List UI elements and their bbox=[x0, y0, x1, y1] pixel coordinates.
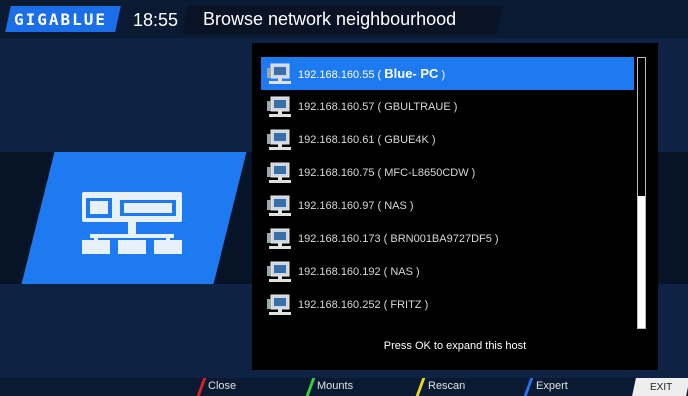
host-label: 192.168.160.97 ( NAS ) bbox=[298, 199, 414, 212]
host-label: 192.168.160.61 ( GBUE4K ) bbox=[298, 133, 436, 146]
host-row[interactable]: 192.168.160.75 ( MFC-L8650CDW ) bbox=[261, 156, 634, 189]
computer-icon bbox=[267, 228, 291, 249]
host-label: 192.168.160.173 ( BRN001BA9727DF5 ) bbox=[298, 232, 499, 245]
host-row[interactable]: 192.168.160.57 ( GBULTRAUE ) bbox=[261, 90, 634, 123]
host-label: 192.168.160.55 ( Blue- PC ) bbox=[298, 66, 446, 81]
host-row[interactable]: 192.168.160.97 ( NAS ) bbox=[261, 189, 634, 222]
mounts-button[interactable]: Mounts bbox=[317, 380, 353, 392]
clock: 18:55 bbox=[133, 10, 179, 30]
computer-icon bbox=[267, 129, 291, 150]
host-label: 192.168.160.252 ( FRITZ ) bbox=[298, 298, 429, 311]
host-row[interactable]: 192.168.160.61 ( GBUE4K ) bbox=[261, 123, 634, 156]
page-title: Browse network neighbourhood bbox=[203, 9, 457, 29]
host-row[interactable]: 192.168.160.55 ( Blue- PC ) bbox=[261, 57, 634, 90]
logo: GIGABLUE bbox=[14, 10, 108, 29]
host-list[interactable]: 192.168.160.55 ( Blue- PC ) 192.168.160.… bbox=[261, 57, 634, 321]
host-label: 192.168.160.192 ( NAS ) bbox=[298, 265, 420, 278]
computer-icon bbox=[267, 294, 291, 315]
expert-button[interactable]: Expert bbox=[536, 380, 568, 392]
computer-icon bbox=[267, 162, 291, 183]
host-row[interactable]: 192.168.160.173 ( BRN001BA9727DF5 ) bbox=[261, 222, 634, 255]
computer-icon bbox=[267, 96, 291, 117]
exit-label: EXIT bbox=[650, 382, 673, 393]
computer-icon bbox=[267, 63, 291, 84]
close-button[interactable]: Close bbox=[208, 380, 236, 392]
host-label: 192.168.160.57 ( GBULTRAUE ) bbox=[298, 100, 458, 113]
computer-icon bbox=[267, 195, 291, 216]
host-row[interactable]: 192.168.160.252 ( FRITZ ) bbox=[261, 288, 634, 321]
rescan-button[interactable]: Rescan bbox=[428, 380, 465, 392]
host-name: Blue- PC bbox=[384, 66, 439, 81]
host-row[interactable]: 192.168.160.192 ( NAS ) bbox=[261, 255, 634, 288]
hint-text: Press OK to expand this host bbox=[383, 340, 527, 352]
computer-icon bbox=[267, 261, 291, 282]
scrollbar-thumb[interactable] bbox=[638, 196, 645, 328]
network-icon bbox=[82, 192, 182, 254]
host-label: 192.168.160.75 ( MFC-L8650CDW ) bbox=[298, 166, 476, 179]
